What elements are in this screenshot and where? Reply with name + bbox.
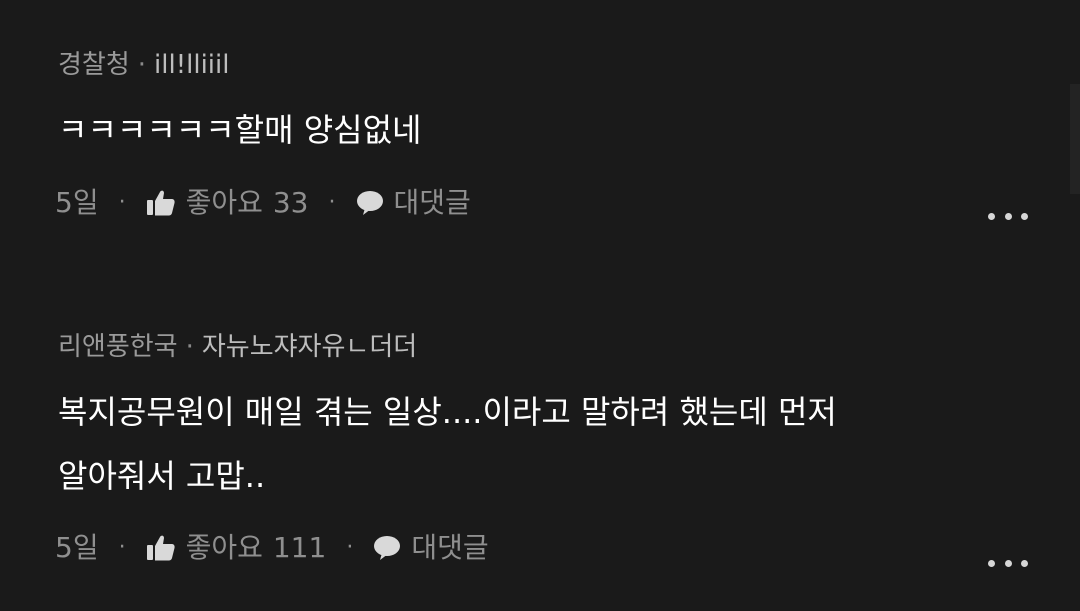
- comment-author[interactable]: 리앤풍한국: [58, 332, 178, 362]
- reply-button[interactable]: 대댓글: [394, 189, 471, 217]
- speech-bubble-icon[interactable]: [373, 535, 401, 561]
- comment-author[interactable]: 경찰청: [58, 50, 130, 80]
- meta-separator: ·: [185, 332, 194, 362]
- thumbs-up-icon[interactable]: [146, 534, 176, 562]
- comment-item: 리앤풍한국 · 자뉴노쟈자유ㄴ더더 복지공무원이 매일 겪는 일상....이라고 말…: [0, 310, 1080, 611]
- comment-age: 5일: [55, 531, 99, 564]
- like-count: 111: [272, 531, 327, 564]
- meta-separator: ·: [328, 190, 336, 215]
- comment-header: 경찰청 · ill!lliiil: [58, 52, 229, 78]
- comment-username[interactable]: ill!lliiil: [154, 50, 229, 80]
- comment-header: 리앤풍한국 · 자뉴노쟈자유ㄴ더더: [58, 334, 417, 360]
- comment-text-line: ㅋㅋㅋㅋㅋㅋ할매 양심없네: [58, 111, 422, 149]
- like-label[interactable]: 좋아요: [186, 189, 263, 217]
- like-count: 33: [272, 186, 309, 219]
- comment-age: 5일: [55, 186, 99, 219]
- speech-bubble-icon[interactable]: [356, 190, 384, 216]
- meta-separator: ·: [137, 50, 147, 80]
- meta-separator: ·: [118, 535, 126, 560]
- like-label[interactable]: 좋아요: [186, 534, 263, 562]
- reply-button[interactable]: 대댓글: [411, 534, 488, 562]
- comment-item: 경찰청 · ill!lliiil ㅋㅋㅋㅋㅋㅋ할매 양심없네 5일 · 좋아요 33…: [0, 0, 1080, 290]
- comment-actions: 5일 · 좋아요 111 · 대댓글: [55, 534, 489, 562]
- meta-separator: ·: [346, 535, 354, 560]
- comment-text-line: 복지공무원이 매일 겪는 일상....이라고 말하려 했는데 먼저: [58, 393, 837, 431]
- comment-username[interactable]: 자뉴노쟈자유ㄴ더더: [202, 332, 417, 362]
- comment-text: 복지공무원이 매일 겪는 일상....이라고 말하려 했는데 먼저 알아줘서 고…: [58, 384, 837, 504]
- comment-text: ㅋㅋㅋㅋㅋㅋ할매 양심없네: [58, 102, 421, 158]
- more-horizontal-icon[interactable]: [988, 558, 1028, 568]
- comment-text-line: 알아줘서 고맙..: [58, 457, 266, 495]
- meta-separator: ·: [118, 190, 126, 215]
- comment-actions: 5일 · 좋아요 33 · 대댓글: [55, 189, 471, 217]
- thumbs-up-icon[interactable]: [146, 189, 176, 217]
- more-horizontal-icon[interactable]: [988, 211, 1028, 221]
